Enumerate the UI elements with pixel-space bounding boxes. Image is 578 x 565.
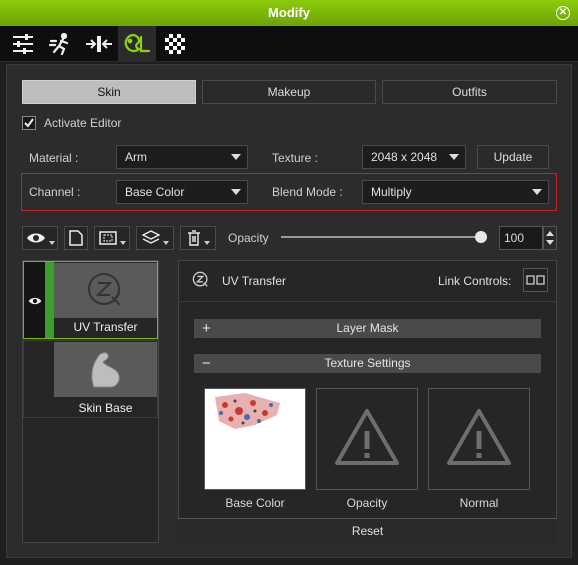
layer-mask-section[interactable]: + Layer Mask [194, 319, 541, 338]
close-icon[interactable]: ✕ [556, 6, 570, 20]
appearance-editor-icon[interactable] [118, 26, 156, 62]
caret-down-icon [162, 241, 169, 245]
texture-size-value: 2048 x 2048 [371, 150, 438, 164]
link-controls-button[interactable] [523, 268, 548, 292]
material-label: Material : [29, 151, 79, 165]
caret-down-icon [203, 241, 210, 245]
warning-icon [447, 409, 511, 465]
layer-thumbnail [54, 342, 157, 397]
material-value: Arm [125, 150, 147, 164]
texture-settings-section[interactable]: − Texture Settings [194, 354, 541, 373]
eye-icon[interactable] [28, 296, 42, 306]
tab-outfits[interactable]: Outfits [382, 80, 557, 104]
visibility-tool-button[interactable] [22, 226, 58, 250]
normal-texture-slot[interactable] [428, 388, 530, 490]
opacity-value-input[interactable]: 100 [499, 226, 543, 250]
layer-visibility-cell[interactable] [24, 262, 45, 338]
channel-value: Base Color [125, 185, 185, 199]
arrow-up-icon[interactable] [546, 231, 554, 236]
material-dropdown[interactable]: Arm [116, 145, 248, 169]
layers-icon [141, 230, 160, 244]
warning-icon [335, 409, 399, 465]
opacity-label: Opacity [228, 231, 269, 245]
uv-transfer-icon [88, 273, 121, 306]
blend-mode-dropdown[interactable]: Multiply [362, 180, 549, 204]
arrow-down-icon[interactable] [546, 240, 554, 245]
layers-tool-button[interactable] [136, 226, 174, 250]
eye-icon [26, 233, 45, 243]
new-layer-button[interactable] [64, 226, 88, 250]
motion-icon[interactable] [42, 26, 80, 62]
window-title: Modify [268, 5, 310, 20]
texture-caption: Normal [459, 496, 499, 510]
link-icon [526, 275, 545, 285]
caret-down-icon [119, 241, 126, 245]
texture-caption: Opacity [346, 496, 388, 510]
chevron-down-icon [532, 189, 542, 195]
uv-texture-image [215, 393, 280, 429]
opacity-texture-slot[interactable] [316, 388, 418, 490]
tab-makeup[interactable]: Makeup [202, 80, 376, 104]
texture-settings-label: Texture Settings [324, 356, 411, 370]
texture-size-dropdown[interactable]: 2048 x 2048 [362, 145, 466, 169]
layer-name: Skin Base [78, 401, 133, 415]
detail-title: UV Transfer [222, 274, 287, 288]
reset-button[interactable]: Reset [178, 518, 557, 543]
base-color-texture-slot[interactable] [204, 388, 306, 490]
mask-tool-button[interactable] [94, 226, 130, 250]
caret-down-icon [48, 241, 55, 245]
tab-skin[interactable]: Skin [22, 80, 196, 104]
mask-icon [98, 231, 117, 245]
uv-transfer-icon [192, 271, 210, 289]
checkmark-icon [24, 118, 34, 128]
align-icon[interactable] [80, 26, 118, 62]
collapse-minus-icon: − [202, 355, 211, 372]
sliders-icon[interactable] [4, 26, 42, 62]
opacity-spinner[interactable] [543, 226, 557, 250]
texture-caption: Base Color [225, 496, 285, 510]
blend-mode-value: Multiply [371, 185, 412, 199]
window-title-bar: Modify [0, 0, 578, 26]
link-controls-label: Link Controls: [438, 274, 512, 288]
activate-editor-checkbox[interactable] [22, 116, 36, 130]
layer-thumbnail [54, 263, 157, 318]
arm-icon [91, 352, 120, 388]
new-page-icon [69, 230, 83, 246]
chevron-down-icon [231, 154, 241, 160]
opacity-slider-track[interactable] [281, 236, 481, 238]
expand-plus-icon: + [202, 320, 211, 337]
checker-icon[interactable] [156, 26, 194, 62]
layer-name: UV Transfer [73, 320, 138, 334]
opacity-slider-handle[interactable] [475, 231, 487, 243]
layer-mask-label: Layer Mask [336, 321, 399, 335]
activate-editor-label: Activate Editor [44, 116, 122, 130]
trash-icon [187, 230, 200, 246]
layer-active-indicator [45, 262, 54, 338]
chevron-down-icon [449, 154, 459, 160]
update-button[interactable]: Update [477, 145, 549, 169]
texture-label: Texture : [272, 151, 319, 165]
delete-tool-button[interactable] [180, 226, 216, 250]
channel-dropdown[interactable]: Base Color [116, 180, 248, 204]
divider [178, 301, 557, 302]
channel-label: Channel : [29, 185, 81, 199]
chevron-down-icon [231, 189, 241, 195]
blend-mode-label: Blend Mode : [272, 185, 343, 199]
